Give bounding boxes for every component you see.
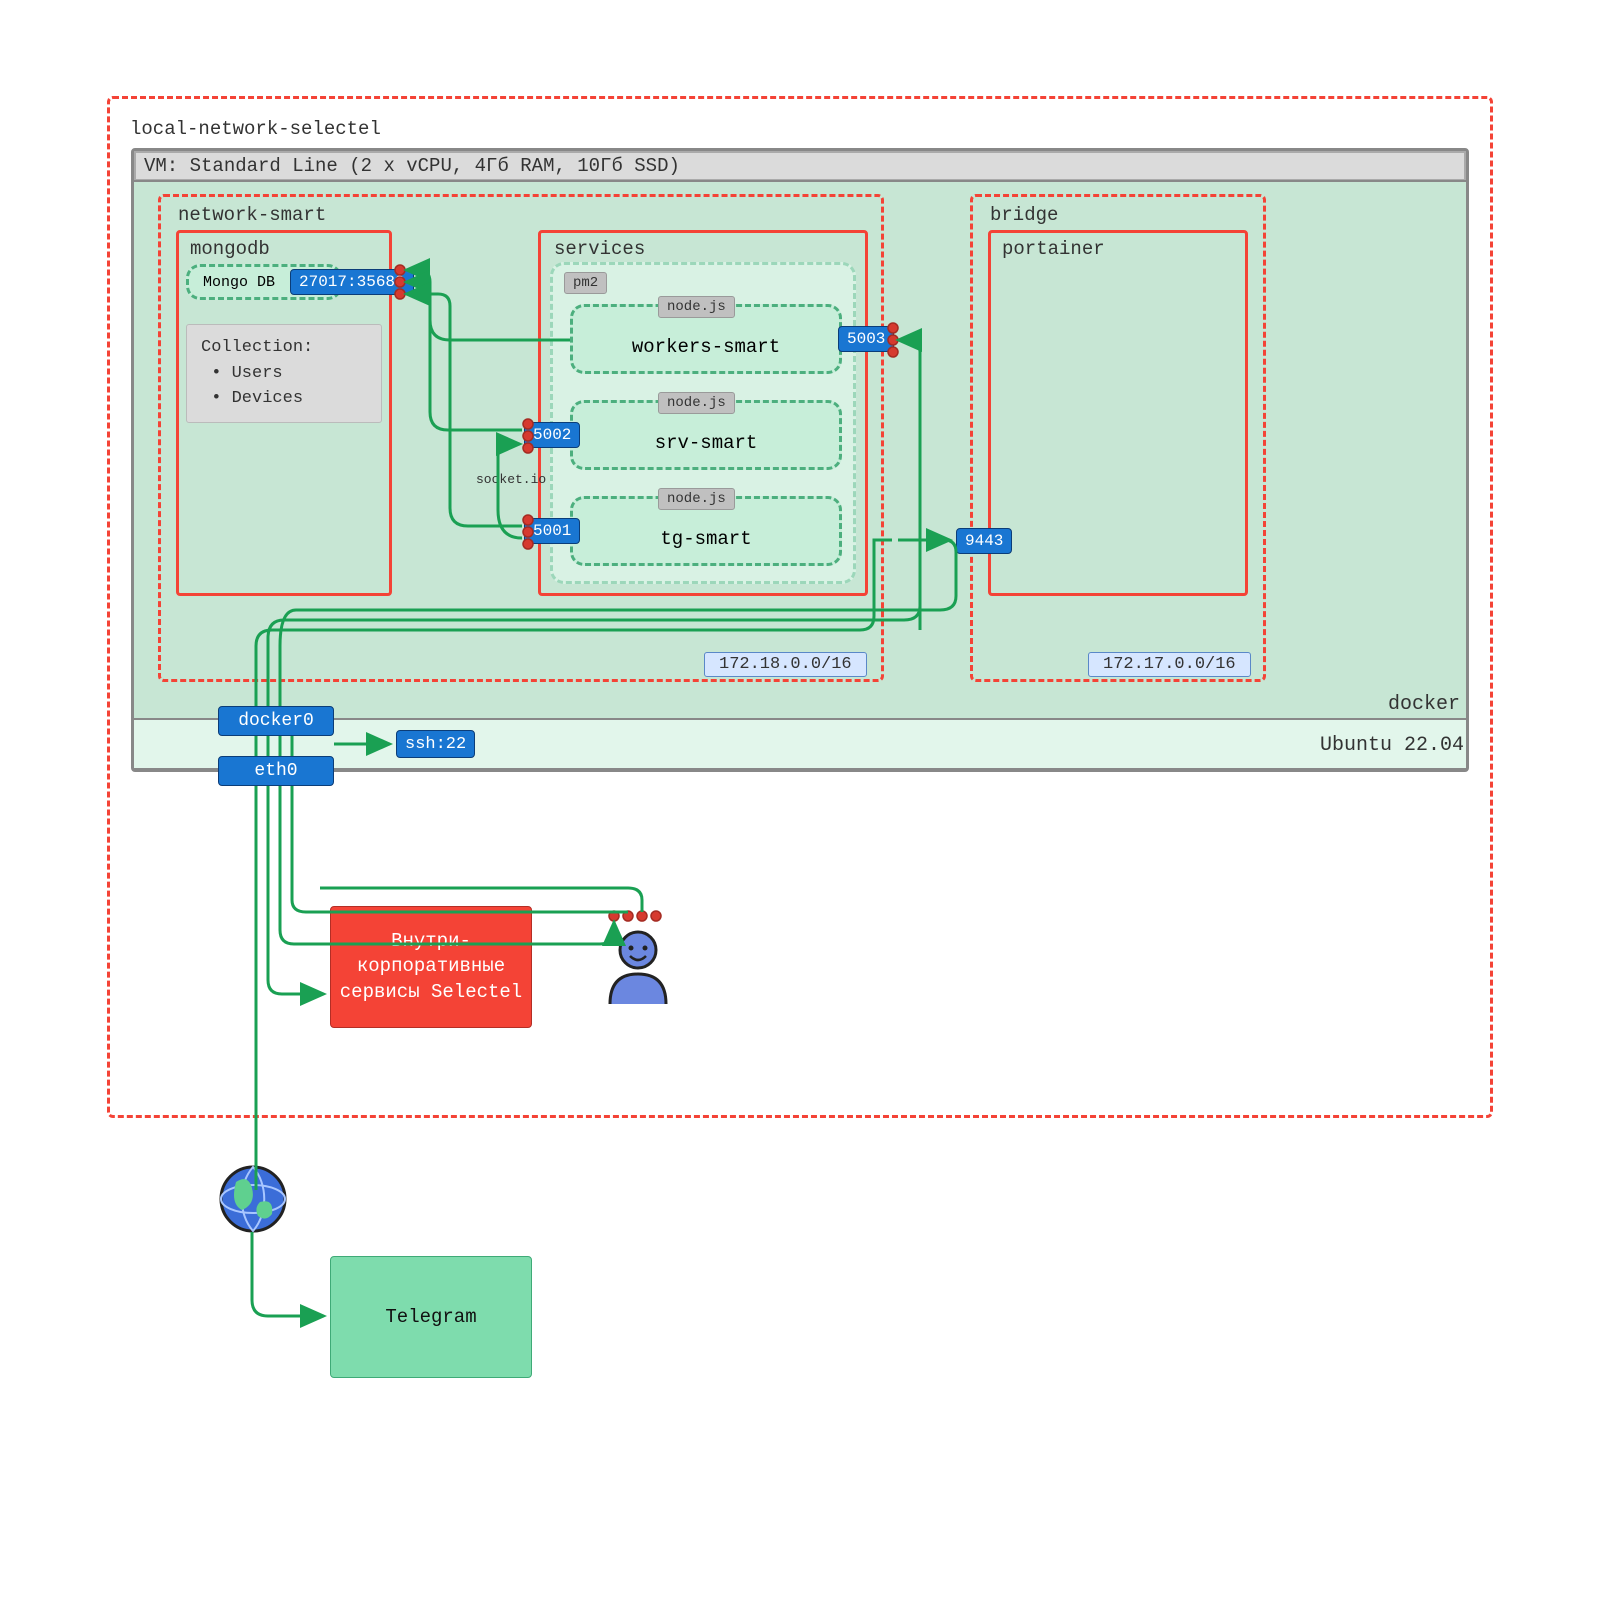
telegram-box: Telegram xyxy=(330,1256,532,1378)
ubuntu-label: Ubuntu 22.04 xyxy=(1320,734,1464,757)
local-network-label: local-network-selectel xyxy=(130,118,381,140)
docker0-interface: docker0 xyxy=(218,706,334,736)
bridge-cidr: 172.17.0.0/16 xyxy=(1088,652,1251,677)
workers-smart-label: workers-smart xyxy=(632,336,780,358)
collection-title: Collection: xyxy=(201,335,367,361)
pm2-tag: pm2 xyxy=(564,272,607,294)
network-smart-cidr: 172.18.0.0/16 xyxy=(704,652,867,677)
srv-smart-label: srv-smart xyxy=(655,432,758,454)
mongodb-pill-label: Mongo DB xyxy=(203,274,275,291)
srv-nodejs-tag: node.js xyxy=(658,392,735,414)
collection-item-users: • Users xyxy=(201,361,367,387)
tg-nodejs-tag: node.js xyxy=(658,488,735,510)
bridge-title: bridge xyxy=(990,204,1058,226)
eth0-interface: eth0 xyxy=(218,756,334,786)
tg-port: 5001 xyxy=(524,518,580,544)
mongodb-collection: Collection: • Users • Devices xyxy=(186,324,382,423)
network-smart-title: network-smart xyxy=(178,204,326,226)
portainer-container xyxy=(988,230,1248,596)
services-title: services xyxy=(554,238,645,260)
ssh-port: ssh:22 xyxy=(396,730,475,758)
user-icon xyxy=(604,926,672,1006)
portainer-port: 9443 xyxy=(956,528,1012,554)
portainer-title: portainer xyxy=(1002,238,1105,260)
diagram-canvas: local-network-selectel VM: Standard Line… xyxy=(0,0,1600,1600)
selectel-label: Внутри- корпоративные сервисы Selectel xyxy=(331,929,531,1006)
workers-port: 5003 xyxy=(838,326,894,352)
mongodb-port: 27017:35689 xyxy=(290,269,414,295)
mongodb-title: mongodb xyxy=(190,238,270,260)
srv-port: 5002 xyxy=(524,422,580,448)
tg-smart-label: tg-smart xyxy=(660,528,751,550)
docker-label: docker xyxy=(1388,693,1460,716)
workers-nodejs-tag: node.js xyxy=(658,296,735,318)
socketio-label: socket.io xyxy=(476,472,546,487)
telegram-label: Telegram xyxy=(385,1306,476,1328)
globe-icon xyxy=(218,1164,288,1234)
collection-item-devices: • Devices xyxy=(201,386,367,412)
vm-title: VM: Standard Line (2 x vCPU, 4Гб RAM, 10… xyxy=(144,155,680,177)
selectel-services-box: Внутри- корпоративные сервисы Selectel xyxy=(330,906,532,1028)
